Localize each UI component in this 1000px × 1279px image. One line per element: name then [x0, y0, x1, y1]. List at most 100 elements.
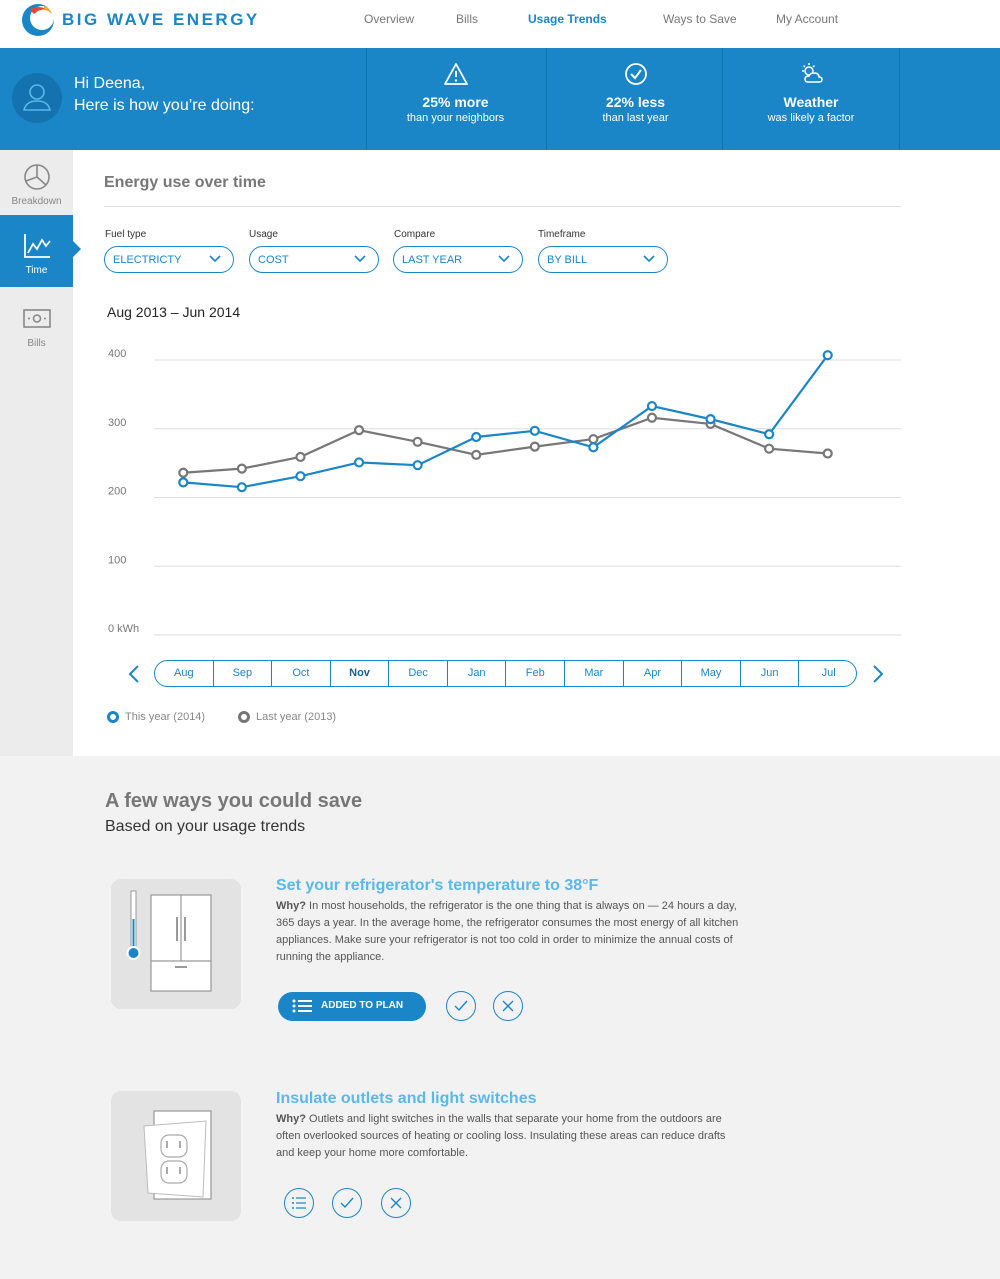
y-tick-label: 300 [108, 417, 126, 429]
data-point [178, 467, 189, 478]
compare-select[interactable]: LAST YEAR [393, 246, 523, 273]
tip-title: Set your refrigerator's temperature to 3… [276, 877, 599, 894]
added-to-plan-button[interactable]: ADDED TO PLAN [278, 992, 426, 1021]
data-point [178, 477, 189, 488]
data-point [822, 350, 833, 361]
line-chart-icon [24, 234, 51, 258]
top-nav: BIG WAVE ENERGY Overview Bills Usage Tre… [0, 0, 1000, 48]
fuel-type-value: ELECTRICTY [113, 254, 182, 266]
brand-logo-icon[interactable] [20, 2, 56, 38]
chevron-down-icon [209, 255, 221, 263]
close-icon [390, 1197, 402, 1209]
sidebar-item-bills[interactable]: Bills [0, 292, 73, 360]
usage-select[interactable]: COST [249, 246, 379, 273]
data-point [588, 433, 599, 445]
data-point [353, 425, 365, 436]
summary-banner: Hi Deena, Here is how you’re doing: 25% … [0, 48, 1000, 150]
data-point [295, 451, 306, 463]
month-tab[interactable]: Dec [389, 661, 448, 686]
month-tab[interactable]: Aug [155, 661, 214, 686]
stat-last-year[interactable]: 22% less than last year [546, 48, 724, 150]
month-tab[interactable]: Apr [624, 661, 683, 686]
nav-my-account[interactable]: My Account [776, 12, 838, 26]
tip-why: Why? [276, 900, 306, 912]
sidebar-item-time[interactable]: Time [0, 215, 81, 287]
tip-why: Why? [276, 1113, 306, 1125]
sidebar-item-label: Time [25, 265, 48, 276]
savings-subtitle: Based on your usage trends [105, 818, 306, 835]
user-icon [23, 84, 51, 111]
chevron-down-icon [498, 255, 510, 263]
greeting-message: Here is how you’re doing: [74, 97, 255, 114]
close-icon [502, 1000, 514, 1012]
legend-this-year[interactable]: This year (2014) [107, 711, 205, 723]
nav-usage-trends[interactable]: Usage Trends [528, 12, 607, 26]
data-point [588, 442, 599, 453]
bill-icon [23, 309, 51, 328]
list-icon [292, 1197, 306, 1209]
check-icon [454, 1000, 468, 1012]
legend-marker [238, 711, 250, 723]
month-tab[interactable]: Jan [448, 661, 507, 686]
brand-name[interactable]: BIG WAVE ENERGY [62, 10, 260, 30]
stat-neighbors[interactable]: 25% more than your neighbors [366, 48, 544, 150]
avatar[interactable] [12, 73, 62, 123]
month-tab[interactable]: Sep [214, 661, 273, 686]
chevron-left-icon[interactable] [126, 664, 142, 684]
data-point [236, 482, 247, 493]
sidebar-item-breakdown[interactable]: Breakdown [0, 150, 73, 218]
chevron-down-icon [354, 255, 366, 263]
fuel-type-select[interactable]: ELECTRICTY [104, 246, 234, 273]
timeframe-select[interactable]: BY BILL [538, 246, 668, 273]
legend-marker [107, 711, 119, 723]
outlet-image [111, 1091, 241, 1221]
warning-icon [444, 63, 468, 85]
stat-neighbors-value: 25% more [422, 94, 489, 110]
dismiss-button[interactable] [381, 1188, 411, 1218]
sidebar-item-label: Breakdown [11, 196, 62, 207]
dismiss-button[interactable] [493, 991, 523, 1021]
month-tab[interactable]: May [682, 661, 741, 686]
stat-weather-value: Weather [783, 94, 839, 110]
mark-done-button[interactable] [446, 991, 476, 1021]
sidebar-item-label: Bills [27, 338, 46, 349]
chevron-right-icon[interactable] [870, 664, 886, 684]
usage-value: COST [258, 254, 289, 266]
data-point [529, 425, 540, 436]
legend-label: This year (2014) [125, 711, 206, 723]
data-point [295, 471, 306, 482]
filter-label-compare: Compare [394, 229, 436, 240]
nav-bills[interactable]: Bills [456, 12, 478, 26]
month-tab[interactable]: Oct [272, 661, 331, 686]
outlet-icon [143, 1110, 212, 1200]
pie-chart-icon [24, 164, 50, 190]
mark-done-button[interactable] [332, 1188, 362, 1218]
month-selector: Aug Sep Oct Nov Dec Jan Feb Mar Apr May Jun Jul [154, 660, 857, 687]
page-title: Energy use over time [104, 174, 266, 191]
nav-ways-to-save[interactable]: Ways to Save [663, 12, 737, 26]
legend-last-year[interactable]: Last year (2013) [238, 711, 336, 723]
series-line [183, 354, 829, 489]
chevron-down-icon [643, 255, 655, 263]
data-point [353, 457, 365, 468]
active-indicator [73, 241, 81, 257]
filter-label-fuel: Fuel type [105, 229, 147, 240]
month-tab[interactable]: Jul [799, 661, 856, 686]
sidebar: Breakdown Time Bills [0, 150, 81, 756]
data-point [529, 441, 540, 452]
greeting-name: Hi Deena, [74, 75, 146, 92]
filter-label-timeframe: Timeframe [538, 229, 586, 240]
add-to-plan-button[interactable] [284, 1188, 314, 1218]
nav-overview[interactable]: Overview [364, 12, 414, 26]
month-tab[interactable]: Mar [565, 661, 624, 686]
y-tick-label: 200 [108, 486, 126, 498]
data-point [764, 443, 775, 454]
month-tab[interactable]: Nov [331, 661, 390, 686]
data-point [236, 463, 247, 474]
stat-weather[interactable]: Weather was likely a factor [722, 48, 900, 150]
stat-weather-caption: was likely a factor [767, 112, 855, 124]
data-point [471, 431, 482, 443]
month-tab[interactable]: Jun [741, 661, 800, 686]
timeframe-value: BY BILL [547, 254, 588, 266]
month-tab[interactable]: Feb [507, 661, 566, 686]
